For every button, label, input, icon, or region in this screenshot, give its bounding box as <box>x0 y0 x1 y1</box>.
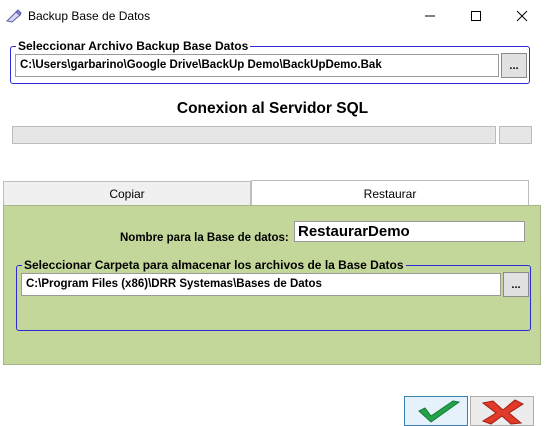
browse-restore-folder-button[interactable]: ... <box>503 272 529 297</box>
green-checkmark-icon <box>418 400 461 423</box>
backup-file-path-field[interactable]: C:\Users\garbarino\Google Drive\BackUp D… <box>15 54 499 77</box>
red-x-icon <box>481 399 525 425</box>
ok-button[interactable] <box>404 396 468 426</box>
restore-folder-group: Seleccionar Carpeta para almacenar los a… <box>16 258 531 331</box>
connection-progress-bar <box>12 126 496 144</box>
window-title: Backup Base de Datos <box>28 9 151 23</box>
connection-status-box <box>499 126 532 144</box>
backup-file-group: Seleccionar Archivo Backup Base Datos C:… <box>10 39 530 84</box>
backup-file-legend: Seleccionar Archivo Backup Base Datos <box>16 39 251 53</box>
close-icon <box>516 10 528 22</box>
restore-folder-legend: Seleccionar Carpeta para almacenar los a… <box>22 258 406 272</box>
minimize-icon <box>425 15 435 17</box>
browse-backup-file-button[interactable]: ... <box>501 53 527 78</box>
maximize-button[interactable] <box>453 0 499 32</box>
restore-folder-path-field[interactable]: C:\Program Files (x86)\DRR Systemas\Base… <box>21 273 501 296</box>
cancel-button[interactable] <box>470 396 534 426</box>
minimize-button[interactable] <box>407 0 453 32</box>
tab-copiar[interactable]: Copiar <box>3 181 251 205</box>
db-name-label: Nombre para la Base de datos: <box>120 232 289 244</box>
tab-restaurar[interactable]: Restaurar <box>251 180 529 206</box>
connection-title: Conexion al Servidor SQL <box>176 100 369 117</box>
pencil-eraser-icon <box>5 9 22 23</box>
db-name-input[interactable]: RestaurarDemo <box>294 221 525 242</box>
close-button[interactable] <box>499 0 545 32</box>
title-bar: Backup Base de Datos <box>0 0 545 32</box>
maximize-icon <box>471 11 481 21</box>
